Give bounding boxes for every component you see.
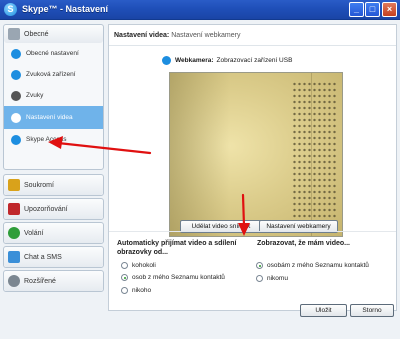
skype-icon <box>11 48 21 59</box>
radio-label: kohokoli <box>132 262 156 269</box>
radio-show-contacts[interactable]: osobám z mého Seznamu kontaktů <box>256 262 369 269</box>
sidebar-item-general-settings[interactable]: Obecné nastavení <box>4 43 103 64</box>
save-button[interactable]: Uložit <box>300 304 347 317</box>
preview-dot-pattern <box>292 81 338 231</box>
maximize-button[interactable]: □ <box>365 2 380 17</box>
skype-access-icon <box>11 134 21 145</box>
preview-shadow <box>170 73 230 236</box>
radio-button-selected[interactable] <box>256 262 263 269</box>
sidebar-item-label: Zvuky <box>26 92 44 99</box>
sidebar-item-privacy[interactable]: Soukromí <box>3 174 104 196</box>
flag-icon <box>8 203 20 215</box>
close-button[interactable]: × <box>382 2 397 17</box>
sidebar-item-label: Volání <box>24 229 44 237</box>
sidebar-item-label: Obecné nastavení <box>26 50 79 57</box>
radio-anyone[interactable]: kohokoli <box>121 262 156 269</box>
show-video-title: Zobrazovat, že mám video... <box>257 240 350 247</box>
sidebar-item-calls[interactable]: Volání <box>3 222 104 244</box>
title-bar: S Skype™ - Nastavení _ □ × <box>0 0 400 20</box>
sidebar: Obecné Obecné nastavení Zvuková zařízení… <box>3 24 104 302</box>
sidebar-item-general[interactable]: Obecné <box>4 25 103 43</box>
radio-contacts-only[interactable]: osob z mého Seznamu kontaktů <box>121 274 225 281</box>
chat-icon <box>8 251 20 263</box>
auto-accept-title: Automaticky přijímat video a sdílení obr… <box>117 240 237 256</box>
webcam-label: Webkamera: <box>175 57 214 64</box>
webcam-device: Webkamera: Zobrazovací zařízení USB <box>162 56 292 65</box>
sidebar-item-sounds[interactable]: Zvuky <box>4 85 103 106</box>
radio-nobody[interactable]: nikoho <box>121 287 151 294</box>
webcam-preview <box>169 72 343 237</box>
audio-devices-icon <box>11 69 21 80</box>
sidebar-item-label: Rozšířené <box>24 277 56 285</box>
breadcrumb: Nastavení videa: Nastavení webkamery <box>114 32 240 39</box>
sidebar-item-label: Zvuková zařízení <box>26 71 76 78</box>
sidebar-item-label: Nastavení videa <box>26 114 73 121</box>
settings-panel: Nastavení videa: Nastavení webkamery Web… <box>108 24 397 311</box>
window-title: Skype™ - Nastavení <box>22 4 109 14</box>
general-icon <box>8 28 20 40</box>
radio-button[interactable] <box>256 275 263 282</box>
radio-button[interactable] <box>121 287 128 294</box>
skype-logo-icon: S <box>4 3 17 16</box>
radio-label: osob z mého Seznamu kontaktů <box>132 274 225 281</box>
sidebar-item-label: Upozorňování <box>24 205 68 213</box>
sounds-icon <box>11 90 21 101</box>
sidebar-item-advanced[interactable]: Rozšířené <box>3 270 104 292</box>
gear-icon <box>8 275 20 287</box>
breadcrumb-main: Nastavení videa: <box>114 32 170 39</box>
sidebar-section-general: Obecné Obecné nastavení Zvuková zařízení… <box>3 24 104 170</box>
webcam-icon <box>162 56 171 65</box>
radio-button-selected[interactable] <box>121 274 128 281</box>
sidebar-item-video-settings[interactable]: Nastavení videa <box>4 106 103 129</box>
webcam-device-name: Zobrazovací zařízení USB <box>216 57 293 64</box>
sidebar-item-notifications[interactable]: Upozorňování <box>3 198 104 220</box>
section-divider <box>109 231 396 232</box>
sidebar-item-label: Skype Access <box>26 136 67 143</box>
radio-label: osobám z mého Seznamu kontaktů <box>267 262 369 269</box>
cancel-button[interactable]: Storno <box>350 304 394 317</box>
phone-icon <box>8 227 20 239</box>
radio-show-nobody[interactable]: nikomu <box>256 275 288 282</box>
webcam-icon <box>11 112 21 123</box>
options-window: Obecné Obecné nastavení Zvuková zařízení… <box>0 20 400 339</box>
sidebar-item-skype-access[interactable]: Skype Access <box>4 129 103 150</box>
sidebar-item-label: Soukromí <box>24 181 54 189</box>
sidebar-item-label: Obecné <box>24 30 49 38</box>
breadcrumb-sub: Nastavení webkamery <box>171 32 241 39</box>
sidebar-item-label: Chat a SMS <box>24 253 62 261</box>
radio-button[interactable] <box>121 262 128 269</box>
sidebar-item-chat-sms[interactable]: Chat a SMS <box>3 246 104 268</box>
sidebar-item-audio-devices[interactable]: Zvuková zařízení <box>4 64 103 85</box>
radio-label: nikoho <box>132 287 152 294</box>
lock-icon <box>8 179 20 191</box>
radio-label: nikomu <box>267 275 288 282</box>
minimize-button[interactable]: _ <box>349 2 364 17</box>
header-divider <box>109 45 396 46</box>
